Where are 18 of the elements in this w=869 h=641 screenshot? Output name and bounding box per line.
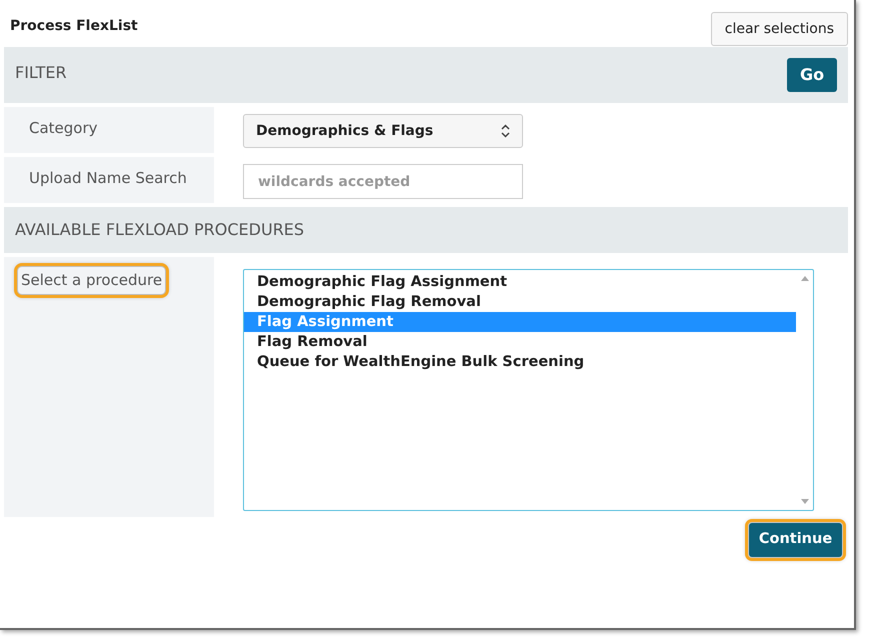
field-label: Category: [29, 119, 98, 137]
page-title: Process FlexList: [10, 17, 138, 36]
search-field[interactable]: wildcards accepted: [243, 164, 523, 199]
section-title: FILTER: [15, 62, 67, 84]
list-option[interactable]: Demographic Flag Assignment: [244, 272, 796, 292]
clear-selections-button[interactable]: clear selections: [710, 12, 848, 46]
sort-caret-icon: [501, 124, 510, 138]
field-label: Upload Name Search: [29, 169, 187, 187]
continue-button[interactable]: Continue: [749, 523, 842, 557]
list-option[interactable]: Flag Removal: [244, 332, 796, 352]
category-select[interactable]: Demographics & Flags: [243, 114, 523, 148]
scroll-down-icon[interactable]: [800, 499, 808, 504]
go-button[interactable]: Go: [787, 58, 837, 92]
list-option[interactable]: Demographic Flag Removal: [244, 292, 796, 312]
scroll-up-icon[interactable]: [800, 276, 808, 281]
section-title: AVAILABLE FLEXLOAD PROCEDURES: [15, 219, 304, 241]
list-option[interactable]: Queue for WealthEngine Bulk Screening: [244, 352, 796, 372]
procedure-listbox[interactable]: Demographic Flag Assignment Demographic Flag Removal Flag Assignment Flag Removal Queue for WealthEngine Bulk Screening: [243, 269, 814, 511]
